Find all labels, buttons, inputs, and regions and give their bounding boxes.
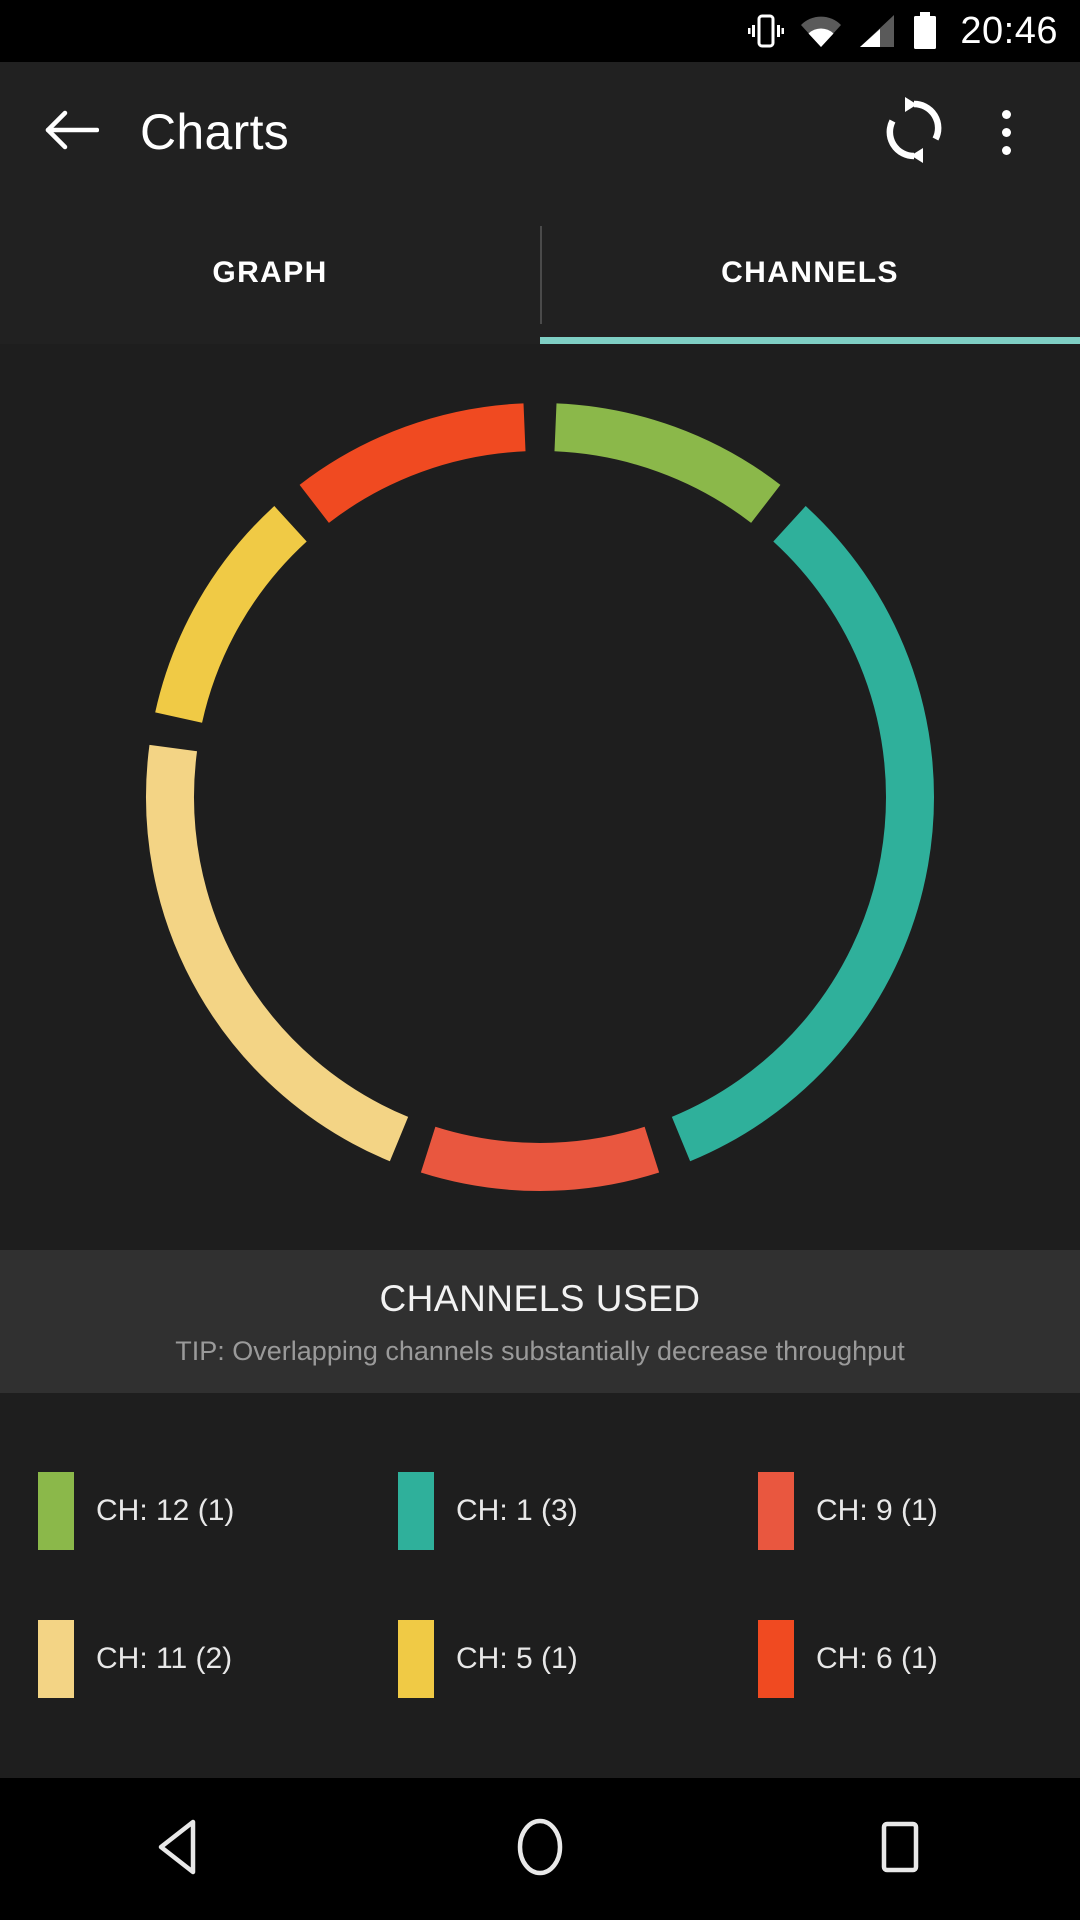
battery-icon bbox=[912, 12, 938, 50]
status-clock: 20:46 bbox=[960, 9, 1058, 52]
legend-swatch bbox=[758, 1620, 794, 1698]
back-button[interactable] bbox=[28, 89, 114, 175]
tab-graph[interactable]: GRAPH bbox=[0, 202, 540, 344]
overflow-menu-icon bbox=[1001, 109, 1011, 155]
legend-item-ch1[interactable]: CH: 1 (3) bbox=[360, 1472, 720, 1550]
legend-row: CH: 12 (1) CH: 1 (3) CH: 9 (1) bbox=[0, 1437, 1080, 1585]
legend-item-ch6[interactable]: CH: 6 (1) bbox=[720, 1620, 1080, 1698]
tab-channels-label: CHANNELS bbox=[721, 256, 899, 289]
donut-segment[interactable] bbox=[420, 1126, 660, 1191]
tab-channels[interactable]: CHANNELS bbox=[540, 202, 1080, 344]
donut-segment[interactable] bbox=[299, 403, 526, 524]
legend-swatch bbox=[398, 1620, 434, 1698]
refresh-button[interactable] bbox=[868, 86, 960, 178]
vibrate-icon bbox=[748, 12, 785, 50]
donut-segment[interactable] bbox=[554, 403, 781, 524]
legend-item-ch12[interactable]: CH: 12 (1) bbox=[0, 1472, 360, 1550]
legend-row: CH: 11 (2) CH: 5 (1) CH: 6 (1) bbox=[0, 1585, 1080, 1733]
legend-label: CH: 11 (2) bbox=[96, 1642, 233, 1675]
legend-item-ch11[interactable]: CH: 11 (2) bbox=[0, 1620, 360, 1698]
channels-used-panel: CHANNELS USED TIP: Overlapping channels … bbox=[0, 1250, 1080, 1393]
overflow-menu-button[interactable] bbox=[960, 86, 1052, 178]
legend-item-ch5[interactable]: CH: 5 (1) bbox=[360, 1620, 720, 1698]
nav-back-button[interactable] bbox=[105, 1778, 255, 1920]
nav-home-circle-icon bbox=[513, 1817, 567, 1882]
legend-label: CH: 9 (1) bbox=[816, 1494, 938, 1527]
donut-svg bbox=[146, 403, 934, 1191]
tab-active-indicator bbox=[540, 337, 1080, 344]
page-title: Charts bbox=[140, 104, 290, 160]
chart-area bbox=[0, 344, 1080, 1250]
legend-label: CH: 6 (1) bbox=[816, 1642, 938, 1675]
refresh-icon bbox=[881, 95, 947, 170]
legend-label: CH: 1 (3) bbox=[456, 1494, 578, 1527]
channels-legend: CH: 12 (1) CH: 1 (3) CH: 9 (1) CH: 11 (2… bbox=[0, 1393, 1080, 1805]
arrow-back-icon bbox=[43, 108, 100, 157]
tab-bar: GRAPH CHANNELS bbox=[0, 202, 1080, 344]
legend-swatch bbox=[398, 1472, 434, 1550]
channels-used-title: CHANNELS USED bbox=[379, 1278, 701, 1319]
legend-swatch bbox=[38, 1620, 74, 1698]
legend-label: CH: 12 (1) bbox=[96, 1494, 235, 1527]
legend-swatch bbox=[38, 1472, 74, 1550]
cellular-signal-icon bbox=[858, 14, 896, 48]
channels-used-tip: TIP: Overlapping channels substantially … bbox=[175, 1336, 905, 1366]
nav-home-button[interactable] bbox=[465, 1778, 615, 1920]
nav-recents-button[interactable] bbox=[825, 1778, 975, 1920]
system-navigation-bar bbox=[0, 1778, 1080, 1920]
donut-segment[interactable] bbox=[155, 506, 307, 723]
nav-recents-square-icon bbox=[874, 1819, 926, 1880]
status-bar: 20:46 bbox=[0, 0, 1080, 62]
wifi-icon bbox=[800, 14, 842, 48]
legend-swatch bbox=[758, 1472, 794, 1550]
donut-segment[interactable] bbox=[146, 744, 409, 1162]
legend-label: CH: 5 (1) bbox=[456, 1642, 578, 1675]
nav-back-triangle-icon bbox=[153, 1818, 207, 1881]
tab-graph-label: GRAPH bbox=[212, 256, 328, 289]
legend-item-ch9[interactable]: CH: 9 (1) bbox=[720, 1472, 1080, 1550]
channels-donut-chart[interactable] bbox=[130, 387, 950, 1207]
donut-segment[interactable] bbox=[671, 506, 934, 1162]
app-bar: Charts bbox=[0, 62, 1080, 202]
